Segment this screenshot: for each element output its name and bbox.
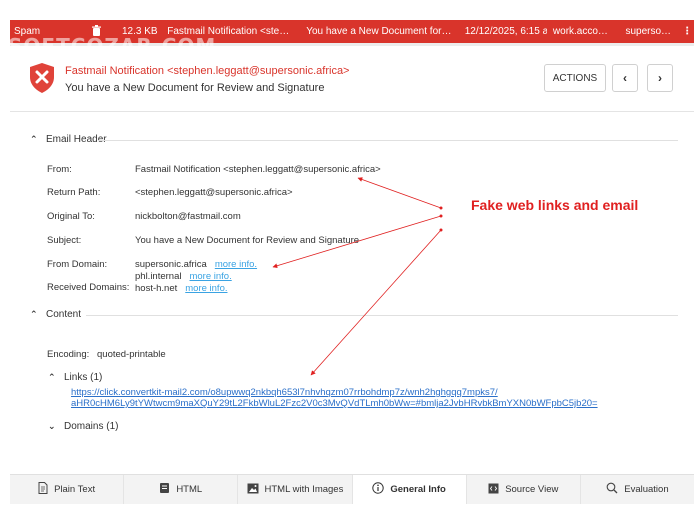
section-rule bbox=[86, 315, 678, 316]
message-account: work.account@... bbox=[552, 25, 620, 37]
domains-section-toggle[interactable]: ⌄ Domains (1) bbox=[48, 421, 118, 432]
original-to-label: Original To: bbox=[47, 211, 95, 222]
from-domain-value: supersonic.africa more info. bbox=[135, 259, 257, 270]
chevron-up-icon: ⌃ bbox=[30, 134, 38, 144]
more-menu-icon[interactable]: ⋮ bbox=[680, 26, 694, 37]
section-title: Domains (1) bbox=[64, 421, 119, 432]
header-subject: You have a New Document for Review and S… bbox=[65, 82, 325, 94]
message-date: 12/12/2025, 6:15 am bbox=[464, 25, 547, 37]
view-tabs: Plain Text HTML HTML with Images General… bbox=[10, 474, 694, 504]
tab-label: General Info bbox=[390, 484, 446, 495]
return-path-label: Return Path: bbox=[47, 187, 101, 198]
more-info-link[interactable]: more info. bbox=[189, 271, 231, 282]
more-info-link[interactable]: more info. bbox=[185, 283, 227, 294]
danger-shield-icon bbox=[28, 62, 56, 94]
code-icon bbox=[488, 483, 499, 497]
tab-general-info[interactable]: General Info bbox=[352, 475, 467, 504]
email-header-section-toggle[interactable]: ⌃ Email Header bbox=[30, 134, 678, 145]
actions-button[interactable]: ACTIONS bbox=[544, 64, 606, 92]
from-label: From: bbox=[47, 164, 72, 175]
chevron-up-icon: ⌃ bbox=[48, 372, 56, 382]
tab-label: HTML bbox=[176, 484, 203, 495]
tab-source-view[interactable]: Source View bbox=[467, 475, 581, 504]
from-domain-label: From Domain: bbox=[47, 259, 108, 270]
link-url-continued[interactable]: aHR0cHM6Ly9tYWtwcm9maXQuY29tL2FkbWluL2Fz… bbox=[71, 398, 598, 409]
tab-label: Source View bbox=[505, 484, 559, 495]
message-header: Fastmail Notification <stephen.leggatt@s… bbox=[10, 46, 694, 112]
document-icon bbox=[38, 482, 48, 497]
annotation-label: Fake web links and email bbox=[471, 197, 639, 213]
html-icon bbox=[159, 482, 170, 497]
tab-html[interactable]: HTML bbox=[124, 475, 239, 504]
tab-label: HTML with Images bbox=[264, 484, 344, 495]
next-message-button[interactable]: › bbox=[647, 64, 673, 92]
tab-label: Evaluation bbox=[624, 484, 669, 495]
message-subject: You have a New Document for Revi... bbox=[306, 25, 459, 37]
tab-evaluation[interactable]: Evaluation bbox=[581, 475, 694, 504]
return-path-value: <stephen.leggatt@supersonic.africa> bbox=[135, 187, 293, 198]
link-url[interactable]: https://click.convertkit-mail2.com/o8upw… bbox=[71, 387, 498, 398]
received-domain-row: phl.internal more info. bbox=[135, 271, 232, 282]
image-icon bbox=[247, 483, 259, 497]
received-domain-row: host-h.net more info. bbox=[135, 283, 228, 294]
more-info-link[interactable]: more info. bbox=[215, 259, 257, 270]
general-info-panel: ⌃ Email Header From: Fastmail Notificati… bbox=[10, 112, 694, 472]
search-icon bbox=[606, 482, 618, 497]
links-section-toggle[interactable]: ⌃ Links (1) bbox=[48, 372, 102, 383]
encoding-value: quoted-printable bbox=[97, 349, 166, 360]
received-domain-text: phl.internal bbox=[135, 271, 182, 282]
tab-label: Plain Text bbox=[54, 484, 96, 495]
encoding-label: Encoding: bbox=[47, 349, 90, 360]
message-recipient: supersoni... bbox=[625, 25, 678, 37]
section-title: Links (1) bbox=[64, 372, 103, 383]
info-icon bbox=[372, 482, 385, 497]
content-section-toggle[interactable]: ⌃ Content bbox=[30, 309, 678, 320]
previous-message-button[interactable]: ‹ bbox=[612, 64, 638, 92]
from-value: Fastmail Notification <stephen.leggatt@s… bbox=[135, 164, 381, 175]
subject-value: You have a New Document for Review and S… bbox=[135, 235, 360, 246]
chevron-up-icon: ⌃ bbox=[30, 309, 38, 319]
from-domain-text: supersonic.africa bbox=[135, 259, 207, 270]
header-sender: Fastmail Notification <stephen.leggatt@s… bbox=[65, 65, 350, 77]
section-title: Content bbox=[46, 309, 82, 320]
received-domains-label: Received Domains: bbox=[47, 282, 130, 293]
tab-plain-text[interactable]: Plain Text bbox=[10, 475, 125, 504]
tab-html-with-images[interactable]: HTML with Images bbox=[238, 475, 353, 504]
original-to-value: nickbolton@fastmail.com bbox=[135, 211, 241, 222]
chevron-down-icon: ⌄ bbox=[48, 421, 56, 431]
received-domain-text: host-h.net bbox=[135, 283, 178, 294]
subject-label: Subject: bbox=[47, 235, 82, 246]
section-rule bbox=[98, 140, 678, 141]
